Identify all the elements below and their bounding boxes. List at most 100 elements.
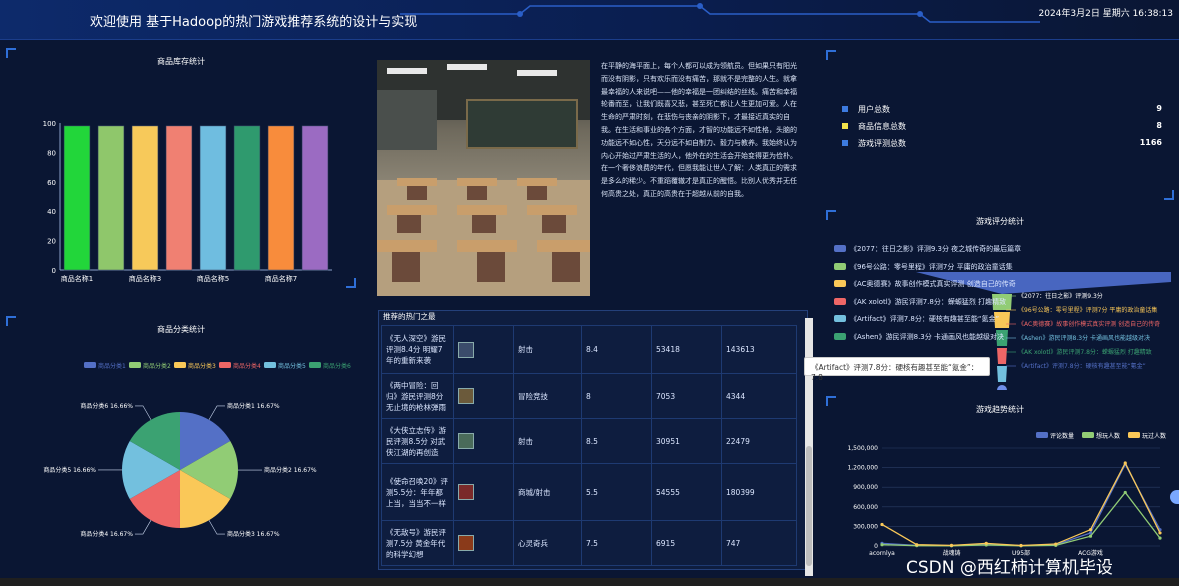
- y-tick-label: 1,500,000: [847, 445, 878, 452]
- cell-name: 《无人深空》游民评测8.4分 明耀7年的重新来袭: [381, 325, 454, 374]
- trend-line-chart: 评论数量 想玩人数 玩过人数 0 300,000 600,000 900,000 1,200,…: [847, 432, 1166, 557]
- y-tick-label: 80: [47, 149, 56, 157]
- top-header: 欢迎使用 基于Hadoop的热门游戏推荐系统的设计与实现 2024年3月2日 星…: [0, 0, 1179, 40]
- cell-thumb: [453, 520, 514, 566]
- table-row[interactable]: 《无敌号》游民评测7.5分 黄金年代的科学幻想 心灵奇兵 7.5 6915 74…: [381, 520, 797, 566]
- review-legend-item[interactable]: 《Artifact》评测7.8分：硬核有趣甚至能“氪金”: [832, 314, 1172, 332]
- cell-type: 射击: [513, 418, 582, 464]
- funnel-label: 《Artifact》评测7.8分：硬核有趣甚至能“氪金”: [1018, 362, 1146, 370]
- legend-text: 《2077：往日之影》评测9.3分 夜之城传奇的最后篇章: [850, 245, 1022, 253]
- cell-col5: 747: [721, 520, 797, 566]
- stat-review-count: 游戏评测总数 1166: [840, 138, 1170, 155]
- stat-dot: [842, 106, 848, 112]
- series-line: [881, 461, 1161, 547]
- review-chart-title: 游戏评分统计: [976, 217, 1024, 226]
- cell-score: 8.5: [581, 418, 652, 464]
- cell-thumb: [453, 463, 514, 521]
- table-header-text: 推荐的热门之最: [383, 312, 436, 321]
- cell-col4: 6915: [651, 520, 722, 566]
- legend-label: 商品分类1: [98, 362, 126, 370]
- game-thumbnail: [458, 535, 474, 551]
- y-tick-label: 0: [52, 267, 56, 275]
- chart-tooltip: 《Artifact》评测7.8分：硬核有趣甚至能“氪金”：7.8: [804, 357, 990, 382]
- game-thumbnail: [458, 341, 474, 358]
- review-legend-item[interactable]: 《2077：往日之影》评测9.3分 夜之城传奇的最后篇章: [832, 244, 1172, 262]
- y-tick-label: 40: [47, 208, 56, 216]
- review-legend: 《2077：往日之影》评测9.3分 夜之城传奇的最后篇章 《96号公路：零号里程…: [832, 244, 1172, 349]
- pie-label-line: [208, 405, 226, 420]
- cell-col4: 7053: [651, 373, 722, 419]
- data-point: [1158, 536, 1162, 540]
- stat-user-count: 用户总数 9: [840, 104, 1170, 121]
- data-point: [949, 543, 954, 547]
- panel-corner: [1164, 190, 1174, 200]
- legend-label: 商品分类2: [143, 362, 171, 370]
- taskbar-strip: [0, 578, 1179, 586]
- legend-swatch: [834, 245, 846, 252]
- y-tick-label: 900,000: [853, 484, 878, 491]
- category-panel: 商品分类统计 商品分类1 商品分类2 商品分类3 商品分类4 商品分类5 商品分类6 商品分…: [6, 316, 356, 576]
- data-point: [880, 522, 884, 527]
- legend-swatch: [1036, 432, 1048, 438]
- game-table-body: 《无人深空》游民评测8.4分 明耀7年的重新来袭 射击 8.4 53418 14…: [381, 325, 797, 566]
- legend-label: 商品分类6: [323, 362, 351, 370]
- legend-swatch: [834, 332, 846, 340]
- review-legend-item[interactable]: 《AK xolotl》游民评测7.8分：蝾螈猛烈 打趣精致: [832, 297, 1172, 315]
- pie-slice-label: 商品分类4 16.67%: [80, 530, 133, 538]
- data-point: [1158, 531, 1162, 535]
- cell-thumb: [453, 325, 514, 374]
- y-tick-label: 60: [47, 179, 56, 187]
- cell-score: 7.5: [581, 520, 652, 566]
- data-point: [1088, 534, 1093, 538]
- cell-col5: 180399: [721, 463, 797, 521]
- legend-label: 评论数量: [1050, 432, 1074, 440]
- review-legend-item[interactable]: 《Ashen》游民评测8.3分 卡通画风也能越级对决: [832, 332, 1172, 350]
- legend-text: 《AK xolotl》游民评测7.8分：蝾螈猛烈 打趣精致: [850, 297, 1007, 306]
- legend-text: 《Artifact》评测7.8分：硬核有趣甚至能“氪金”: [850, 315, 1000, 323]
- review-legend-item[interactable]: 《96号公路：零号里程》评测7分 平庸的政治童话集: [832, 262, 1172, 280]
- datetime-display: 2024年3月2日 星期六 16:38:13: [1038, 9, 1174, 19]
- data-point: [1123, 461, 1127, 465]
- bar: [63, 125, 91, 271]
- intro-text: 在平静的海平面上，每个人都可以成为领航员。但如果只有阳光而没有阴影，只有欢乐而没…: [601, 62, 797, 198]
- legend-swatch: [834, 280, 846, 287]
- y-tick-label: 100: [43, 120, 56, 128]
- cell-name: 《无敌号》游民评测7.5分 黄金年代的科学幻想: [381, 520, 454, 566]
- cell-name: 《使命召唤20》评测5.5分：年年都上当，当当不一样: [381, 463, 454, 521]
- x-tick-label: 商品名称5: [197, 274, 229, 283]
- cell-name: 《大侠立志传》游民评测8.5分 对武侠江湖的再创造: [381, 418, 454, 464]
- table-row[interactable]: 《两中冒险：回归》游民评测8分 无止境的枪林弹雨 冒险竞技 8 7053 434…: [381, 373, 797, 419]
- legend-swatch: [174, 362, 186, 368]
- stat-value: 9: [1156, 104, 1162, 113]
- trend-chart-title: 游戏趋势统计: [976, 405, 1024, 414]
- y-tick-label: 300,000: [853, 523, 878, 530]
- review-legend-item[interactable]: 《AC奥德赛》故事创作模式真实评测 创造自己的传奇: [832, 279, 1172, 297]
- cell-col4: 53418: [651, 325, 722, 374]
- x-tick-label: 商品名称7: [265, 274, 297, 283]
- x-tick-label: acornlya: [869, 550, 895, 557]
- table-row[interactable]: 《使命召唤20》评测5.5分：年年都上当，当当不一样 商城/射击 5.5 545…: [381, 463, 797, 521]
- legend-swatch: [834, 315, 846, 322]
- legend-label: 想玩人数: [1096, 432, 1120, 440]
- bar: [131, 125, 159, 271]
- legend-swatch: [834, 262, 846, 270]
- stats-list: 用户总数 9 商品信息总数 8 游戏评测总数 1166: [840, 104, 1170, 155]
- data-point: [915, 543, 919, 547]
- scrollbar-thumb[interactable]: [806, 446, 812, 566]
- side-expand-button[interactable]: [1170, 490, 1179, 504]
- stat-dot: [842, 140, 848, 146]
- stat-product-count: 商品信息总数 8: [840, 121, 1170, 138]
- table-row[interactable]: 《大侠立志传》游民评测8.5分 对武侠江湖的再创造 射击 8.5 30951 2…: [381, 418, 797, 464]
- table-row[interactable]: 《无人深空》游民评测8.4分 明耀7年的重新来袭 射击 8.4 53418 14…: [381, 325, 797, 374]
- legend-swatch: [834, 297, 846, 305]
- cell-score: 8: [581, 373, 652, 419]
- cell-score: 8.4: [581, 325, 652, 374]
- stock-panel: 商品库存统计 0 20 40 60 80 100 商品名称1 商品名称3 商品名称5 商品名称7: [6, 48, 356, 288]
- classroom-illustration: [377, 60, 590, 296]
- legend-text: 《AC奥德赛》故事创作模式真实评测 创造自己的传奇: [850, 280, 1016, 288]
- legend-swatch: [1082, 432, 1094, 438]
- cell-type: 商城/射击: [513, 463, 582, 521]
- pie-slice-label: 商品分类3 16.67%: [227, 530, 280, 538]
- bar: [97, 125, 125, 271]
- game-thumbnail: [458, 388, 474, 404]
